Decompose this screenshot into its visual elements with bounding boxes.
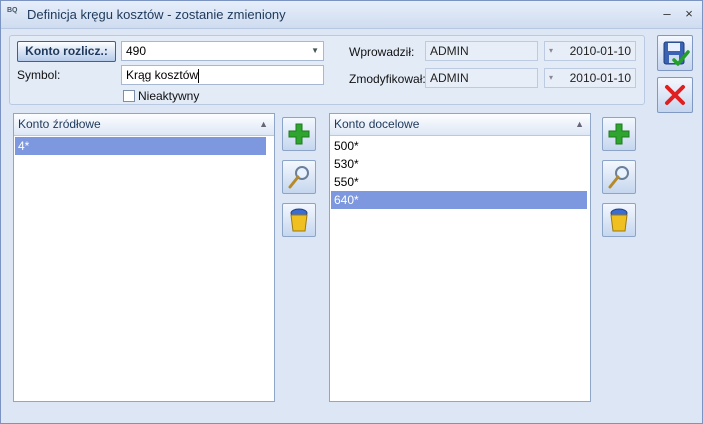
sort-asc-icon[interactable]: ▲: [259, 114, 268, 135]
source-list-header-label: Konto źródłowe: [18, 117, 101, 131]
chevron-down-icon: ▾: [549, 46, 554, 55]
chevron-down-icon: ▾: [549, 73, 554, 82]
title-bar: BQ Definicja kręgu kosztów - zostanie zm…: [1, 1, 702, 29]
plus-icon: [288, 123, 310, 145]
wprowadzil-label: Wprowadził:: [349, 45, 415, 59]
zmodyfikowal-label: Zmodyfikował:: [349, 72, 426, 86]
minimize-button[interactable]: –: [659, 6, 675, 22]
plus-icon: [608, 123, 630, 145]
save-button[interactable]: [657, 35, 693, 71]
source-account-list[interactable]: Konto źródłowe ▲ 4*: [13, 113, 275, 402]
delete-target-button[interactable]: [602, 203, 636, 237]
zmodyfikowal-user-field: ADMIN: [425, 68, 538, 88]
trash-bin-icon: [610, 208, 628, 232]
cancel-button[interactable]: [657, 77, 693, 113]
nieaktywny-checkbox[interactable]: [123, 90, 135, 102]
konto-rozlicz-button[interactable]: Konto rozlicz.:: [17, 41, 116, 62]
edit-target-button[interactable]: [602, 160, 636, 194]
zmodyfikowal-date-value: 2010-01-10: [569, 71, 631, 85]
symbol-value: Krąg kosztów: [126, 68, 199, 82]
list-item[interactable]: 550*: [331, 173, 587, 191]
zmodyfikowal-date-field: ▾ 2010-01-10: [544, 68, 636, 88]
add-target-button[interactable]: [602, 117, 636, 151]
konto-rozlicz-dropdown[interactable]: 490 ▼: [121, 41, 324, 61]
list-item[interactable]: 530*: [331, 155, 587, 173]
target-list-header[interactable]: Konto docelowe ▲: [330, 114, 590, 136]
window-title: Definicja kręgu kosztów - zostanie zmien…: [27, 7, 286, 22]
app-icon: BQ: [7, 7, 18, 14]
list-item[interactable]: 640*: [331, 191, 587, 209]
magnifier-icon: [608, 166, 629, 189]
symbol-input[interactable]: Krąg kosztów: [121, 65, 324, 85]
edit-source-button[interactable]: [282, 160, 316, 194]
text-cursor: [198, 68, 200, 83]
konto-rozlicz-value: 490: [126, 44, 147, 58]
floppy-disk-icon: [663, 41, 690, 66]
close-button[interactable]: ×: [681, 6, 697, 22]
close-x-icon: [665, 85, 685, 105]
dialog-window: BQ Definicja kręgu kosztów - zostanie zm…: [0, 0, 703, 424]
add-source-button[interactable]: [282, 117, 316, 151]
list-item[interactable]: 4*: [15, 137, 266, 155]
sort-asc-icon[interactable]: ▲: [575, 114, 584, 135]
source-list-header[interactable]: Konto źródłowe ▲: [14, 114, 274, 136]
nieaktywny-label: Nieaktywny: [138, 89, 200, 103]
target-account-list[interactable]: Konto docelowe ▲ 500* 530* 550* 640*: [329, 113, 591, 402]
wprowadzil-user-field: ADMIN: [425, 41, 538, 61]
chevron-down-icon: ▼: [311, 46, 319, 55]
symbol-label: Symbol:: [17, 68, 61, 82]
wprowadzil-date-field: ▾ 2010-01-10: [544, 41, 636, 61]
delete-source-button[interactable]: [282, 203, 316, 237]
trash-bin-icon: [290, 208, 308, 232]
target-list-header-label: Konto docelowe: [334, 117, 420, 131]
magnifier-icon: [288, 166, 309, 189]
wprowadzil-date-value: 2010-01-10: [569, 44, 631, 58]
list-item[interactable]: 500*: [331, 137, 587, 155]
